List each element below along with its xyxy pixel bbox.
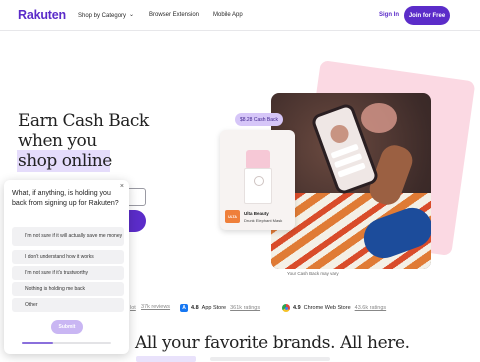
reviews-partial: lot (130, 305, 136, 311)
brand-name: Ulta Beauty (244, 211, 269, 216)
survey-option-other[interactable]: Other (12, 298, 124, 312)
phone-avatar (327, 122, 352, 146)
survey-progress-bar (22, 342, 111, 344)
brands-heading: All your favorite brands. All here. (135, 333, 410, 353)
sign-in-link[interactable]: Sign In (379, 12, 399, 18)
survey-question: What, if anything, is holding you back f… (12, 190, 119, 207)
chrome-store-rating[interactable]: 4.9 Chrome Web Store 43.6k ratings (282, 304, 386, 312)
bottle-cap (246, 150, 270, 168)
survey-option-how-it-works[interactable]: I don't understand how it works (12, 250, 124, 264)
chrome-count: 43.6k ratings (354, 305, 387, 311)
join-for-free-button[interactable]: Join for Free (404, 6, 450, 25)
reviews-count-text: 37k reviews (141, 304, 171, 310)
hero-photo (271, 93, 431, 269)
survey-submit-button[interactable]: Submit (51, 320, 83, 334)
reviews-prefix: lot (130, 305, 136, 311)
survey-option-nothing[interactable]: Nothing is holding me back (12, 282, 124, 296)
survey-option-save-money[interactable]: I'm not sure if it will actually save me… (12, 227, 124, 246)
nav-shop-by-category[interactable]: Shop by Category ⌄ (78, 12, 134, 19)
product-name: Drunk Elephant Mask (244, 218, 283, 223)
nav-browser-extension[interactable]: Browser Extension (149, 12, 199, 18)
survey-option-trustworthy[interactable]: I'm not sure if it's trustworthy (12, 266, 124, 280)
hero-line-3: shop online (18, 151, 112, 171)
bottle-body (244, 168, 272, 204)
chrome-icon (282, 304, 290, 312)
bottle-logo (254, 176, 264, 186)
nav-shop-by-category-label: Shop by Category (78, 13, 127, 19)
app-store-icon: A (180, 304, 188, 312)
brands-subtext (210, 357, 330, 361)
hero-line-2: when you (18, 131, 97, 151)
ulta-logo: ULTA (225, 210, 240, 223)
chrome-label: Chrome Web Store (303, 305, 351, 311)
hero-line-1: Earn Cash Back (18, 111, 149, 131)
chrome-score: 4.9 (293, 305, 301, 311)
lamp-shape (361, 103, 397, 133)
top-header: Rakuten Shop by Category ⌄ Browser Extens… (0, 0, 480, 31)
cash-back-badge: $8.28 Cash Back (235, 113, 283, 126)
rakuten-logo[interactable]: Rakuten (18, 8, 66, 22)
cash-back-disclaimer: Your Cash Back may vary (287, 271, 339, 276)
product-card: ULTA Ulta Beauty Drunk Elephant Mask (220, 130, 295, 230)
reviews-count[interactable]: 37k reviews (141, 304, 170, 310)
app-store-count: 361k ratings (230, 305, 261, 311)
app-store-label: App Store (201, 305, 227, 311)
brands-subtext-highlight (136, 356, 196, 362)
chevron-down-icon: ⌄ (129, 12, 135, 18)
app-store-score: 4.8 (191, 305, 199, 311)
survey-progress-fill (22, 342, 54, 344)
nav-mobile-app[interactable]: Mobile App (213, 12, 243, 18)
survey-popup: × What, if anything, is holding you back… (4, 180, 129, 354)
app-store-rating[interactable]: A 4.8 App Store 361k ratings (180, 304, 260, 312)
close-icon[interactable]: × (120, 183, 124, 190)
